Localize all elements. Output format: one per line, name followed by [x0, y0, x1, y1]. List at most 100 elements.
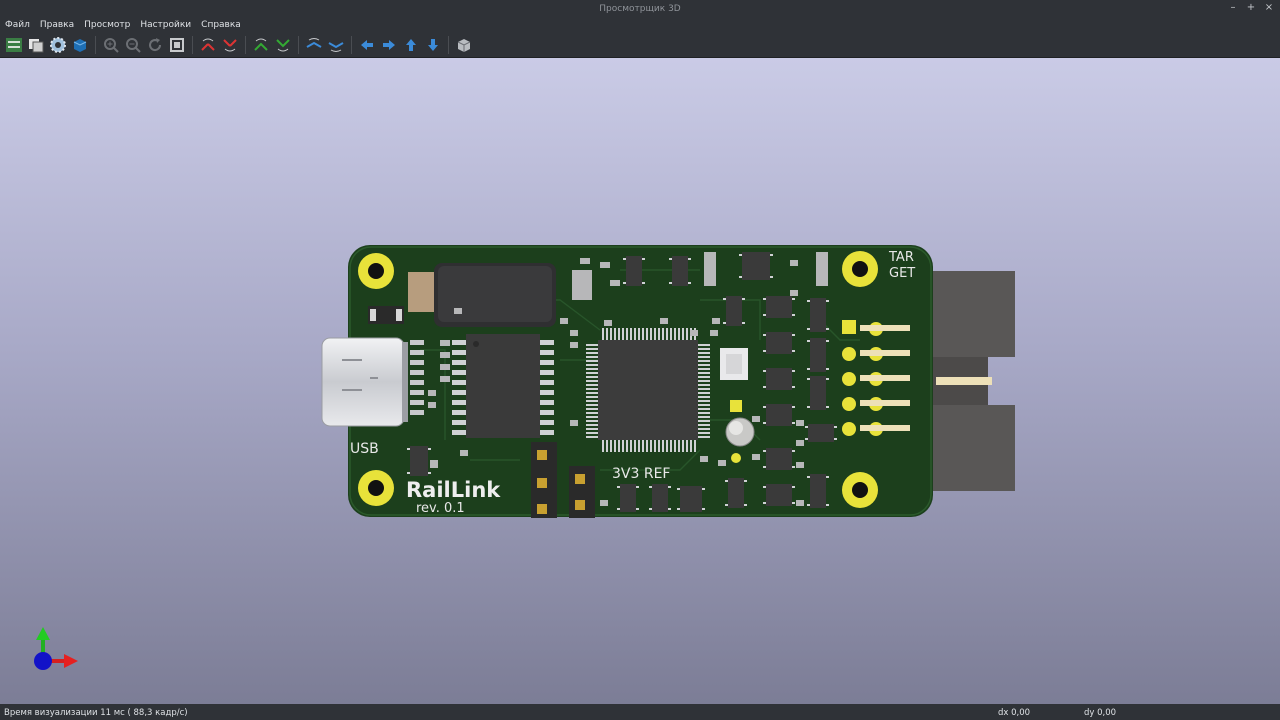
chip-lead [677, 488, 680, 490]
ic-pin [452, 390, 466, 395]
mcu-pin [586, 396, 598, 398]
chip-lead [792, 466, 795, 468]
mcu-pin [642, 328, 644, 340]
mcu-pin [586, 400, 598, 402]
3d-viewport[interactable]: USB TAR GET RailLink rev. 0.1 3V3 REF [0, 58, 1280, 704]
mcu-pin [698, 404, 710, 406]
passive [560, 318, 568, 324]
ic-pin [452, 380, 466, 385]
chip-lead [792, 502, 795, 504]
chip-lead [826, 406, 829, 408]
passive [796, 440, 804, 446]
mcu-pin [586, 436, 598, 438]
dy-readout: dy 0,00 [1084, 708, 1117, 718]
zoom-out-icon[interactable] [122, 34, 144, 56]
move-right-icon[interactable] [378, 34, 400, 56]
chip-lead [807, 340, 810, 342]
board-name: RailLink [406, 478, 501, 502]
chip-lead [739, 276, 742, 278]
rotate-y-cw-icon[interactable] [250, 34, 272, 56]
mcu-pin [698, 388, 710, 390]
mcu-pin [670, 440, 672, 452]
chip-lead [688, 258, 691, 260]
rotate-y-ccw-icon[interactable] [272, 34, 294, 56]
toolbar-separator [192, 35, 193, 54]
close-icon[interactable]: × [1264, 2, 1274, 13]
passive [430, 460, 438, 468]
chip-lead [763, 386, 766, 388]
rotate-z-cw-icon[interactable] [303, 34, 325, 56]
chip-lead [428, 448, 431, 450]
rotate-x-cw-icon[interactable] [197, 34, 219, 56]
mcu-pin [698, 396, 710, 398]
chip-lead [725, 504, 728, 506]
mcu-pin [678, 328, 680, 340]
render-time: Время визуализации 11 мс ( 88,3 кадр/с) [4, 708, 188, 718]
menu-preferences[interactable]: Настройки [135, 20, 196, 30]
mcu-pin [586, 428, 598, 430]
chip-lead [805, 438, 808, 440]
menu-bar: Файл Правка Просмотр Настройки Справка [0, 18, 1280, 32]
toolbar [0, 32, 1280, 58]
maximize-icon[interactable]: + [1246, 2, 1256, 13]
mcu-pin [698, 416, 710, 418]
render-mode-icon[interactable] [69, 34, 91, 56]
reload-board-icon[interactable] [3, 34, 25, 56]
passive [790, 260, 798, 266]
mcu-pin [630, 328, 632, 340]
ic-pin [452, 430, 466, 435]
axis-gizmo [34, 627, 78, 670]
mcu-pin [586, 364, 598, 366]
mcu-pin [626, 328, 628, 340]
toolbar-separator [245, 35, 246, 54]
ic-pin [452, 370, 466, 375]
mcu-pin [586, 348, 598, 350]
sot-package [680, 486, 702, 512]
chip-lead [770, 276, 773, 278]
rotate-x-ccw-icon[interactable] [219, 34, 241, 56]
chip-lead [826, 328, 829, 330]
chip-lead [763, 370, 766, 372]
mcu-pin [674, 328, 676, 340]
mcu-pin [698, 420, 710, 422]
orthographic-icon[interactable] [453, 34, 475, 56]
zoom-in-icon[interactable] [100, 34, 122, 56]
chip-lead [649, 486, 652, 488]
zoom-fit-icon[interactable] [166, 34, 188, 56]
chip-lead [669, 282, 672, 284]
mcu-pin [698, 432, 710, 434]
menu-file[interactable]: Файл [0, 20, 35, 30]
mcu-pin [654, 440, 656, 452]
chip-lead [428, 472, 431, 474]
rotate-z-ccw-icon[interactable] [325, 34, 347, 56]
mcu-pin [650, 440, 652, 452]
sot-package [742, 252, 770, 280]
mcu-pin [678, 440, 680, 452]
chip-lead [807, 300, 810, 302]
mcu-pin [586, 384, 598, 386]
chip-lead [739, 254, 742, 256]
mcu-pin [698, 412, 710, 414]
status-bar: Время визуализации 11 мс ( 88,3 кадр/с) … [0, 704, 1280, 720]
chip-lead [623, 258, 626, 260]
menu-view[interactable]: Просмотр [79, 20, 135, 30]
label-ref: 3V3 REF [612, 466, 670, 482]
ic-pin [540, 400, 554, 405]
menu-help[interactable]: Справка [196, 20, 246, 30]
move-left-icon[interactable] [356, 34, 378, 56]
passive [600, 262, 610, 268]
minimize-icon[interactable]: – [1228, 2, 1238, 13]
redraw-icon[interactable] [144, 34, 166, 56]
raytrace-settings-icon[interactable] [47, 34, 69, 56]
chip-lead [807, 328, 810, 330]
menu-edit[interactable]: Правка [35, 20, 79, 30]
mcu-pin [586, 376, 598, 378]
mcu-pin [634, 328, 636, 340]
chip-lead [407, 472, 410, 474]
mcu-pin [646, 328, 648, 340]
copy-image-icon[interactable] [25, 34, 47, 56]
move-up-icon[interactable] [400, 34, 422, 56]
chip-lead [763, 502, 766, 504]
mcu-pin [698, 344, 710, 346]
move-down-icon[interactable] [422, 34, 444, 56]
